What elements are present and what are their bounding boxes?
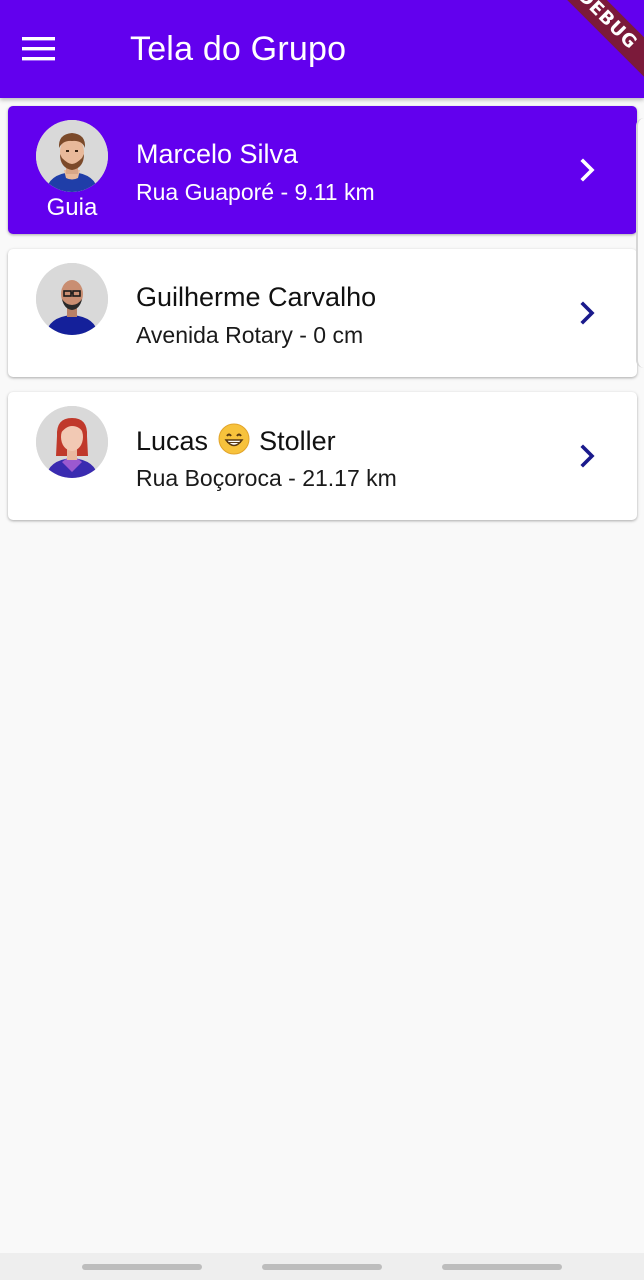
grinning-face-emoji	[218, 423, 250, 455]
side-panel-edge[interactable]	[636, 118, 644, 368]
app-bar: Tela do Grupo DEBUG	[0, 0, 644, 98]
member-location-distance: Rua Boçoroca - 21.17 km	[136, 465, 397, 491]
chevron-button[interactable]	[574, 440, 602, 472]
menu-button[interactable]	[22, 25, 78, 73]
member-first-name: Lucas	[136, 426, 209, 456]
nav-back-handle[interactable]	[442, 1264, 562, 1270]
avatar	[36, 263, 108, 335]
member-card-guilherme[interactable]: Guilherme Carvalho Avenida Rotary - 0 cm	[8, 249, 637, 377]
avatar-container: Guia	[36, 120, 108, 221]
page-title: Tela do Grupo	[130, 30, 347, 68]
member-card-lucas[interactable]: Lucas Stoller Rua Boçoroca - 21.17 km	[8, 392, 637, 520]
avatar	[36, 406, 108, 478]
member-name: Guilherme Carvalho	[136, 282, 377, 312]
bearded-man-avatar-icon	[36, 120, 108, 192]
chevron-right-icon	[580, 444, 595, 468]
member-location-distance: Rua Guaporé - 9.11 km	[136, 179, 375, 205]
chevron-right-icon	[580, 158, 595, 182]
avatar-container	[36, 263, 108, 363]
member-name: Lucas Stoller	[136, 423, 336, 458]
member-location-distance: Avenida Rotary - 0 cm	[136, 322, 364, 348]
debug-banner: DEBUG	[536, 0, 644, 91]
member-last-name: Stoller	[259, 426, 336, 456]
member-card-marcelo[interactable]: Guia Marcelo Silva Rua Guaporé - 9.11 km	[8, 106, 637, 234]
guide-badge: Guia	[46, 194, 98, 221]
nav-home-handle[interactable]	[262, 1264, 382, 1270]
app-root: Tela do Grupo DEBUG Guia Marcelo Silva R…	[0, 0, 644, 1280]
chevron-button[interactable]	[574, 297, 602, 329]
red-hair-woman-avatar-icon	[36, 406, 108, 478]
nav-recents-handle[interactable]	[82, 1264, 202, 1270]
system-navigation-bar	[0, 1253, 644, 1280]
chevron-button[interactable]	[574, 154, 602, 186]
avatar-container	[36, 406, 108, 506]
avatar	[36, 120, 108, 192]
bald-man-glasses-avatar-icon	[36, 263, 108, 335]
member-name: Marcelo Silva	[136, 139, 299, 169]
chevron-right-icon	[580, 301, 595, 325]
hamburger-menu-icon[interactable]	[22, 36, 56, 62]
